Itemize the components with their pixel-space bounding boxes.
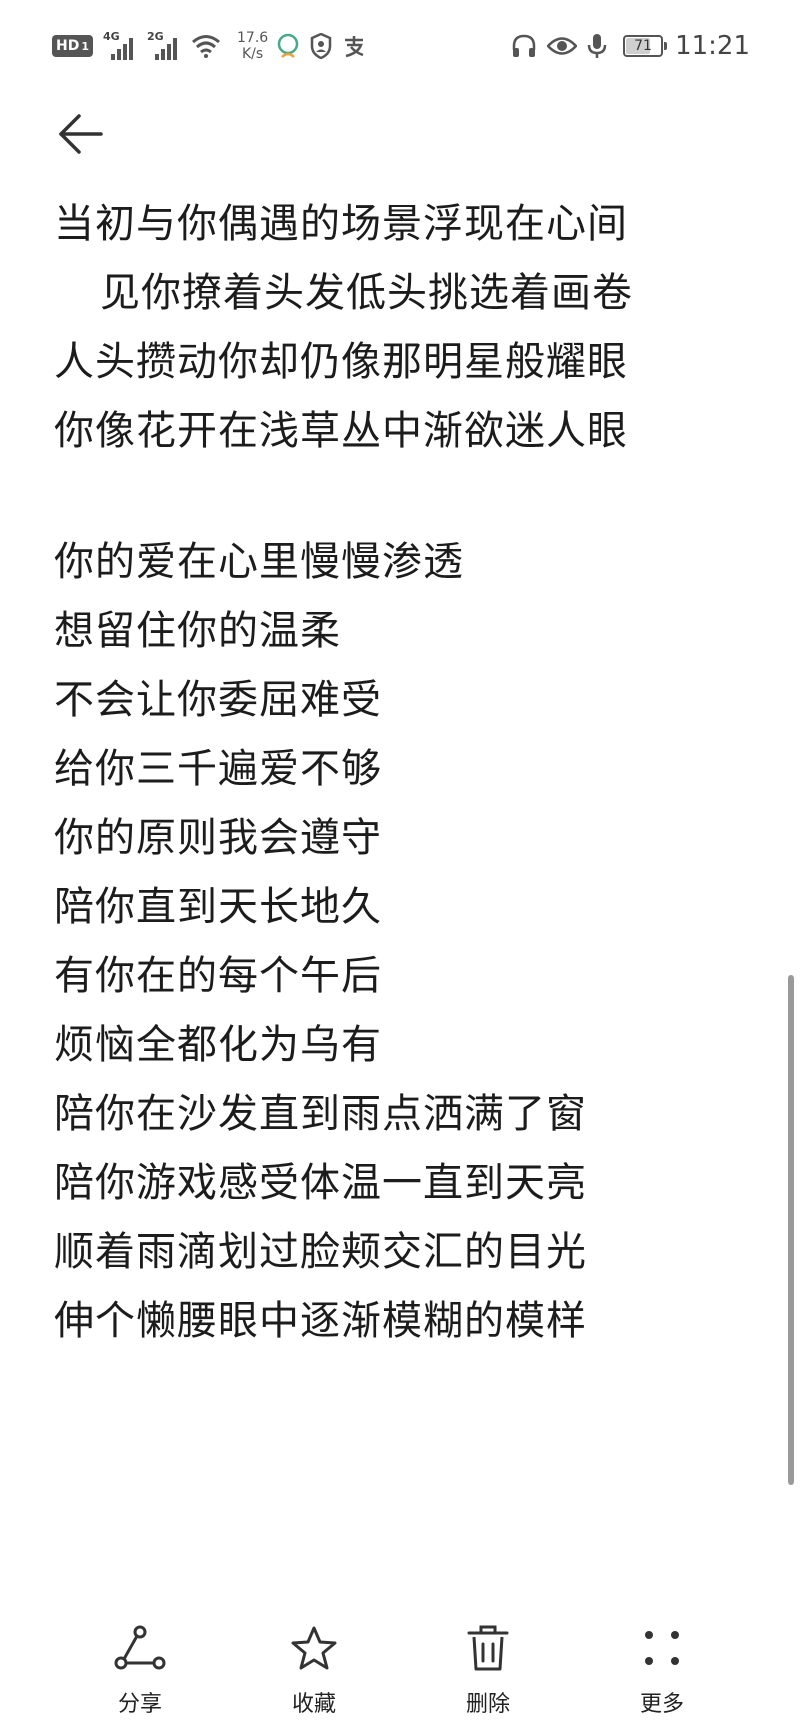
battery-level: 71 <box>634 38 652 54</box>
scrollbar-thumb[interactable] <box>788 975 794 1485</box>
alipay-icon <box>342 34 366 58</box>
delete-button[interactable]: 删除 <box>428 1620 548 1718</box>
trash-icon <box>460 1620 516 1676</box>
more-label: 更多 <box>639 1692 684 1717</box>
delete-label: 删除 <box>465 1692 510 1717</box>
battery-icon: 71 <box>623 35 668 57</box>
note-line: 烦恼全都化为乌有 <box>54 1022 382 1068</box>
note-line: 当初与你偶遇的场景浮现在心间 <box>54 201 628 247</box>
share-label: 分享 <box>117 1692 162 1717</box>
hd-voice-badge: HD 1 <box>52 35 93 57</box>
note-content[interactable]: 当初与你偶遇的场景浮现在心间 见你撩着头发低头挑选着画卷 人头攒动你却仍像那明星… <box>54 190 754 1356</box>
note-line: 陪你直到天长地久 <box>54 884 382 930</box>
wifi-icon <box>191 34 221 58</box>
favorite-button[interactable]: 收藏 <box>254 1620 374 1718</box>
assistant-app-icon <box>276 33 300 59</box>
note-line: 有你在的每个午后 <box>54 953 382 999</box>
more-dots-icon <box>634 1620 690 1676</box>
hd-label: HD <box>56 38 80 54</box>
share-button[interactable]: 分享 <box>80 1620 200 1718</box>
back-button[interactable] <box>52 108 108 164</box>
arrow-left-icon <box>57 114 103 158</box>
signal-2g-icon: 2G <box>147 30 181 60</box>
note-line: 人头攒动你却仍像那明星般耀眼 <box>54 339 628 385</box>
note-line: 想留住你的温柔 <box>54 608 341 654</box>
note-line: 陪你游戏感受体温一直到天亮 <box>54 1160 587 1206</box>
network-speed-unit: K/s <box>241 46 264 62</box>
note-line: 你的爱在心里慢慢渗透 <box>54 539 464 585</box>
status-bar-left: HD 1 4G 2G 17.6 K/s <box>52 26 376 66</box>
eye-icon <box>547 35 578 57</box>
status-bar: HD 1 4G 2G 17.6 K/s 71 11:21 <box>0 0 800 92</box>
network-speed-value: 17.6 <box>237 30 269 46</box>
star-icon <box>286 1620 342 1676</box>
favorite-label: 收藏 <box>291 1692 336 1717</box>
note-line: 陪你在沙发直到雨点洒满了窗 <box>54 1091 587 1137</box>
more-button[interactable]: 更多 <box>602 1620 722 1718</box>
status-time: 11:21 <box>675 31 750 61</box>
headphones-icon <box>511 34 537 58</box>
note-line: 顺着雨滴划过脸颊交汇的目光 <box>54 1229 587 1275</box>
note-line: 你的原则我会遵守 <box>54 815 382 861</box>
note-line: 不会让你委屈难受 <box>54 677 382 723</box>
note-line: 伸个懒腰眼中逐渐模糊的模样 <box>54 1298 587 1344</box>
note-blank-line <box>54 466 754 528</box>
signal-4g-icon: 4G <box>103 30 137 60</box>
bottom-toolbar: 分享 收藏 删除 更多 <box>0 1620 800 1733</box>
shield-icon <box>310 33 332 59</box>
note-line: 你像花开在浅草丛中渐欲迷人眼 <box>54 408 628 454</box>
hd-sub-label: 1 <box>81 39 89 53</box>
network-speed: 17.6 K/s <box>237 30 268 62</box>
microphone-icon <box>587 33 607 59</box>
note-line: 给你三千遍爱不够 <box>54 746 382 792</box>
share-icon <box>112 1620 168 1676</box>
note-line: 见你撩着头发低头挑选着画卷 <box>100 270 633 316</box>
status-bar-right: 71 11:21 <box>511 26 750 66</box>
